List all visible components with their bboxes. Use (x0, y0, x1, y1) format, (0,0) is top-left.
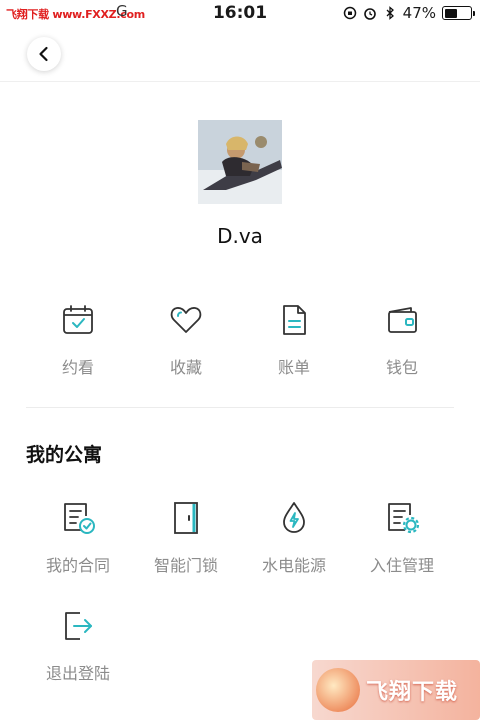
quick-action-label: 账单 (277, 358, 310, 377)
apartment-item-label: 入住管理 (369, 556, 434, 575)
quick-action-wallet[interactable]: 钱包 (348, 300, 456, 380)
apartment-item-label: 我的合同 (45, 556, 110, 575)
apartment-item-label: 退出登陆 (45, 664, 110, 683)
contract-check-icon (64, 503, 95, 534)
quick-action-label: 约看 (61, 358, 94, 377)
apartment-item-label: 水电能源 (261, 556, 326, 575)
bluetooth-icon (386, 6, 394, 20)
apartment-grid-row: 我的合同 智能门锁 水电能源 入住管理 (24, 498, 456, 578)
status-bar: 飞翔下载 www.FXXZ.com G 16:01 47% (0, 0, 480, 26)
username: D.va (217, 224, 263, 248)
watermark-bottom-text: 飞翔下载 (366, 680, 459, 705)
apartment-item-checkin-management[interactable]: 入住管理 (348, 498, 456, 578)
rotation-lock-icon (343, 6, 356, 20)
quick-action-bills[interactable]: 账单 (240, 300, 348, 380)
watermark-logo-icon (316, 668, 360, 712)
calendar-check-icon (63, 305, 93, 334)
wallet-icon (388, 307, 417, 333)
apartment-item-contract[interactable]: 我的合同 (24, 498, 132, 578)
avatar[interactable] (198, 120, 282, 204)
battery-icon (442, 6, 475, 20)
alarm-icon (363, 8, 376, 20)
heart-icon (170, 307, 202, 333)
document-icon (283, 305, 306, 335)
door-icon (174, 502, 198, 534)
apartment-item-smart-lock[interactable]: 智能门锁 (132, 498, 240, 578)
water-drop-bolt-icon (283, 502, 305, 533)
battery-percent: 47% (402, 4, 436, 22)
status-indicators: 47% (343, 4, 475, 22)
watermark-bottom: 飞翔下载 (312, 660, 480, 720)
divider (26, 407, 454, 408)
quick-action-appointment[interactable]: 约看 (24, 300, 132, 380)
quick-action-label: 收藏 (169, 358, 202, 377)
quick-action-label: 钱包 (385, 358, 418, 377)
logout-button[interactable]: 退出登陆 (24, 606, 132, 686)
back-button[interactable] (27, 37, 61, 71)
nav-bar (0, 26, 480, 82)
document-gear-icon (388, 503, 420, 534)
apartment-item-utilities[interactable]: 水电能源 (240, 498, 348, 578)
quick-action-favorites[interactable]: 收藏 (132, 300, 240, 380)
apartment-item-label: 智能门锁 (153, 556, 218, 575)
avatar-image (198, 120, 282, 204)
chevron-left-icon (39, 46, 48, 62)
logout-icon (65, 612, 92, 640)
section-title-apartment: 我的公寓 (26, 444, 103, 466)
quick-actions: 约看 收藏 账单 钱包 (24, 300, 456, 380)
